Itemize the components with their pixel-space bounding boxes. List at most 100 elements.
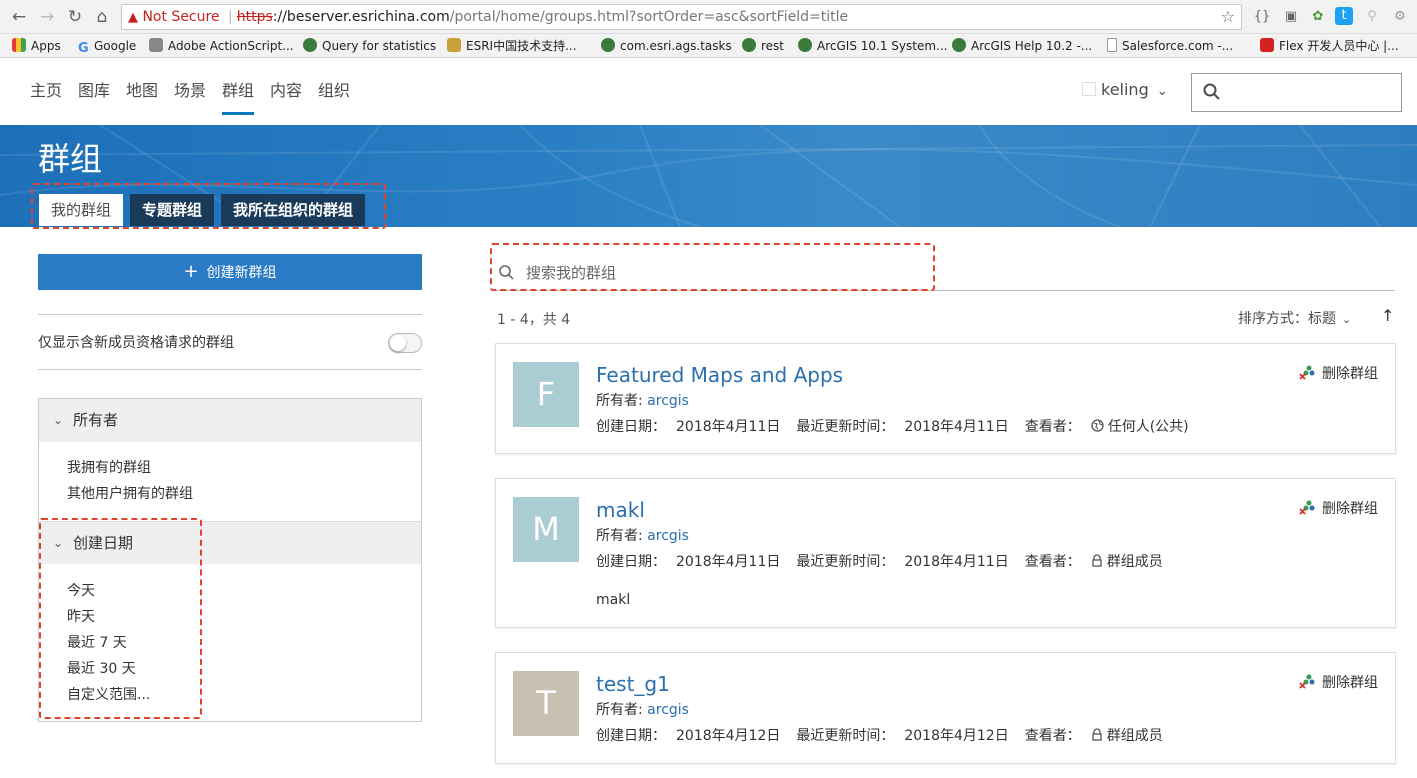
nav-scene[interactable]: 场景 [174, 80, 206, 102]
group-meta: 创建日期： 2018年4月12日 最近更新时间： 2018年4月12日 查看者： 群组成员 [596, 726, 1163, 746]
bookmark-google[interactable]: G Google [78, 37, 136, 56]
back-icon[interactable]: ← [8, 6, 30, 28]
globe-bookmark-icon [601, 38, 615, 52]
nav-gallery[interactable]: 图库 [78, 80, 110, 102]
bookmark-label: Adobe ActionScript... [168, 39, 294, 53]
delete-group-button[interactable]: 删除群组 [1299, 673, 1378, 693]
home-icon[interactable]: ⌂ [91, 6, 113, 28]
globe-bookmark-icon [798, 38, 812, 52]
owner-facet-title: 所有者 [73, 411, 119, 429]
settings-extension-icon[interactable]: ⚙ [1390, 7, 1410, 27]
address-separator: | [228, 9, 233, 25]
bookmark-ags-tasks[interactable]: com.esri.ags.tasks [601, 37, 732, 55]
group-title-link[interactable]: test_g1 [596, 671, 670, 697]
filter-panel: ⌄ 所有者 我拥有的群组 其他用户拥有的群组 ⌄ 创建日期 今天 昨天 最近 7 天… [38, 398, 422, 722]
leaf-extension-icon[interactable]: ✿ [1308, 7, 1328, 27]
request-filter-label: 仅显示含新成员资格请求的群组 [38, 335, 234, 351]
twitter-extension-icon[interactable]: t [1335, 7, 1353, 25]
modified-date: 2018年4月12日 [904, 728, 1009, 744]
group-search-input[interactable]: 搜索我的群组 [495, 255, 1395, 291]
bookmark-arcgis-101[interactable]: ArcGIS 10.1 System... [798, 37, 947, 55]
facet-custom-range[interactable]: 自定义范围... [67, 685, 150, 705]
bookmark-adobe[interactable]: Adobe ActionScript... [149, 37, 294, 55]
nav-organization[interactable]: 组织 [318, 80, 350, 102]
bookmark-rest[interactable]: rest [742, 37, 784, 55]
facet-owned-by-me[interactable]: 我拥有的群组 [67, 458, 151, 478]
bookmark-star-icon[interactable]: ☆ [1221, 5, 1235, 29]
create-group-button[interactable]: + 创建新群组 [38, 254, 422, 290]
user-menu[interactable]: keling ⌄ [1082, 79, 1168, 103]
created-label: 创建日期： [596, 554, 666, 570]
divider [38, 369, 422, 370]
bookmark-salesforce[interactable]: Salesforce.com -... [1107, 37, 1233, 55]
group-card: M makl 所有者: arcgis 创建日期： 2018年4月11日 最近更新时间… [495, 478, 1396, 628]
group-owner: 所有者: arcgis [596, 391, 689, 411]
facet-last-7-days[interactable]: 最近 7 天 [67, 633, 127, 653]
bookmark-esri-support[interactable]: ESRI中国技术支持... [447, 37, 577, 55]
date-facet-header[interactable]: ⌄ 创建日期 [39, 521, 421, 564]
username: keling [1101, 80, 1149, 99]
header-search-input[interactable] [1191, 73, 1402, 112]
magnifier-extension-icon[interactable]: ⚲ [1362, 7, 1382, 27]
bookmark-label: rest [761, 39, 785, 53]
created-date: 2018年4月12日 [676, 728, 781, 744]
json-extension-icon[interactable]: {} [1252, 7, 1272, 27]
created-date: 2018年4月11日 [676, 554, 781, 570]
reload-icon[interactable]: ↻ [64, 6, 86, 28]
created-label: 创建日期： [596, 419, 666, 435]
created-date: 2018年4月11日 [676, 419, 781, 435]
address-bar[interactable]: ▲ Not Secure | https://beserver.esrichina… [121, 4, 1242, 30]
request-filter-toggle[interactable] [388, 333, 422, 353]
date-facet-title: 创建日期 [73, 534, 134, 552]
facet-today[interactable]: 今天 [67, 581, 95, 601]
tab-org-groups[interactable]: 我所在组织的群组 [221, 194, 366, 226]
bookmark-query[interactable]: Query for statistics [303, 37, 436, 55]
delete-label: 删除群组 [1322, 675, 1378, 691]
chevron-down-icon: ⌄ [1342, 313, 1352, 326]
group-title-link[interactable]: makl [596, 497, 645, 523]
owner-facet-header[interactable]: ⌄ 所有者 [39, 399, 421, 442]
owner-link[interactable]: arcgis [647, 702, 689, 718]
delete-group-button[interactable]: 删除群组 [1299, 364, 1378, 384]
group-title-link[interactable]: Featured Maps and Apps [596, 362, 843, 388]
bookmark-flex[interactable]: Flex 开发人员中心 |... [1260, 37, 1399, 55]
owner-link[interactable]: arcgis [647, 393, 689, 409]
owner-label: 所有者: [596, 702, 643, 718]
facet-last-30-days[interactable]: 最近 30 天 [67, 659, 136, 679]
sort-dropdown[interactable]: 排序方式：标题 ⌄ [1238, 308, 1351, 328]
apps-grid-icon [12, 38, 26, 52]
bookmark-label: ESRI中国技术支持... [466, 39, 577, 53]
group-thumbnail[interactable]: F [513, 362, 579, 427]
nav-home[interactable]: 主页 [30, 80, 62, 102]
nav-content[interactable]: 内容 [270, 80, 302, 102]
delete-group-button[interactable]: 删除群组 [1299, 499, 1378, 519]
globe-icon [1091, 419, 1104, 432]
bookmark-arcgis-help[interactable]: ArcGIS Help 10.2 -... [952, 37, 1092, 55]
globe-bookmark-icon [742, 38, 756, 52]
facet-yesterday[interactable]: 昨天 [67, 607, 95, 627]
owner-label: 所有者: [596, 528, 643, 544]
owner-link[interactable]: arcgis [647, 528, 689, 544]
search-placeholder: 搜索我的群组 [526, 264, 617, 282]
create-group-label: 创建新群组 [206, 265, 277, 281]
result-count: 1 - 4，共 4 [497, 312, 571, 328]
nav-groups[interactable]: 群组 [222, 80, 255, 115]
group-thumbnail[interactable]: M [513, 497, 579, 562]
tab-my-groups[interactable]: 我的群组 [39, 194, 124, 226]
forward-icon[interactable]: → [36, 6, 58, 28]
bookmark-label: Query for statistics [322, 39, 437, 53]
bookmarks-bar: Apps G Google Adobe ActionScript... Query… [0, 34, 1417, 58]
globe-bookmark-icon [303, 38, 317, 52]
facet-owned-by-others[interactable]: 其他用户拥有的群组 [67, 484, 193, 504]
group-card: T test_g1 所有者: arcgis 创建日期： 2018年4月12日 最近更… [495, 652, 1396, 764]
group-owner: 所有者: arcgis [596, 526, 689, 546]
viewers-label: 查看者： [1024, 554, 1081, 570]
sort-ascending-icon[interactable]: ↑ [1381, 306, 1394, 325]
bookmark-apps[interactable]: Apps [12, 37, 61, 55]
tab-featured-groups[interactable]: 专题群组 [130, 194, 215, 226]
modified-date: 2018年4月11日 [904, 554, 1009, 570]
nav-map[interactable]: 地图 [126, 80, 158, 102]
group-thumbnail[interactable]: T [513, 671, 579, 736]
viewers-value: 群组成员 [1106, 728, 1163, 744]
github-extension-icon[interactable]: ▣ [1281, 7, 1301, 27]
